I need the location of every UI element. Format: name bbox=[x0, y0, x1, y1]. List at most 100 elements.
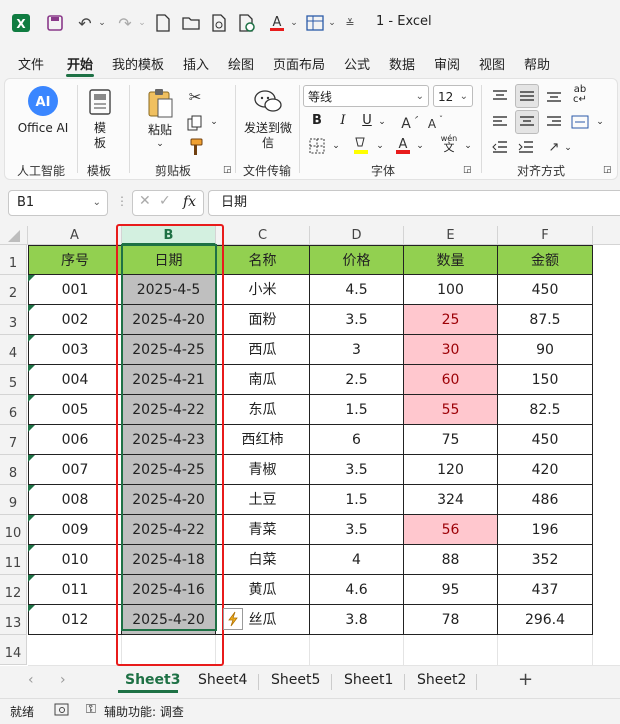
redo-icon[interactable]: ↷ bbox=[114, 12, 136, 34]
table-cell[interactable]: 196 bbox=[498, 515, 593, 545]
wrap-text-icon[interactable]: ab c↵ bbox=[569, 85, 591, 105]
underline-button[interactable]: U bbox=[359, 113, 375, 128]
table-cell[interactable]: 450 bbox=[498, 275, 593, 305]
sheet-tab-sheet2[interactable]: Sheet2 bbox=[417, 672, 466, 688]
open-folder-icon[interactable] bbox=[180, 12, 202, 34]
table-cell[interactable]: 3.5 bbox=[310, 515, 404, 545]
send-to-wechat-button[interactable]: 发送到微信 bbox=[243, 121, 293, 151]
row-header[interactable]: 2 bbox=[0, 275, 27, 305]
error-indicator-icon[interactable] bbox=[28, 425, 35, 432]
table-cell[interactable]: 437 bbox=[498, 575, 593, 605]
table-cell[interactable]: 011 bbox=[28, 575, 122, 605]
menu-view[interactable]: 视图 bbox=[479, 54, 505, 73]
table-cell[interactable]: 4.6 bbox=[310, 575, 404, 605]
menu-data[interactable]: 数据 bbox=[389, 54, 415, 73]
align-bottom-icon[interactable] bbox=[543, 85, 565, 107]
row-header[interactable]: 12 bbox=[0, 575, 27, 605]
table-cell[interactable]: 黄瓜 bbox=[216, 575, 310, 605]
menu-help[interactable]: 帮助 bbox=[524, 54, 550, 73]
table-cell[interactable]: 95 bbox=[404, 575, 498, 605]
column-header-b[interactable]: B bbox=[122, 226, 216, 245]
table-cell[interactable]: 2025-4-25 bbox=[122, 335, 216, 365]
error-indicator-icon[interactable] bbox=[28, 545, 35, 552]
align-left-icon[interactable] bbox=[489, 111, 511, 133]
undo-icon[interactable]: ↶ bbox=[74, 12, 96, 34]
decrease-indent-icon[interactable] bbox=[489, 137, 511, 157]
table-cell[interactable]: 120 bbox=[404, 455, 498, 485]
column-header-a[interactable]: A bbox=[28, 226, 122, 245]
row-header[interactable]: 9 bbox=[0, 485, 27, 515]
table-cell[interactable]: 2025-4-22 bbox=[122, 515, 216, 545]
paste-dropdown-icon[interactable]: ⌄ bbox=[155, 137, 165, 152]
print-preview-icon[interactable] bbox=[208, 12, 230, 34]
column-header-c[interactable]: C bbox=[216, 226, 310, 245]
paste-icon[interactable] bbox=[145, 87, 175, 119]
add-sheet-icon[interactable]: + bbox=[518, 669, 533, 690]
font-color-dropdown-icon[interactable]: ⌄ bbox=[415, 139, 425, 154]
table-cell[interactable]: 150 bbox=[498, 365, 593, 395]
row-header[interactable]: 4 bbox=[0, 335, 27, 365]
table-cell[interactable]: 青菜 bbox=[216, 515, 310, 545]
table-cell[interactable]: 420 bbox=[498, 455, 593, 485]
table-cell[interactable]: 1.5 bbox=[310, 395, 404, 425]
table-cell[interactable]: 2.5 bbox=[310, 365, 404, 395]
header-cell[interactable]: 名称 bbox=[216, 245, 310, 275]
insert-function-button[interactable]: fx bbox=[183, 194, 196, 210]
wechat-icon[interactable] bbox=[253, 87, 283, 117]
table-cell[interactable]: 30 bbox=[404, 335, 498, 365]
menu-my-templates[interactable]: 我的模板 bbox=[112, 54, 164, 73]
table-cell[interactable]: 007 bbox=[28, 455, 122, 485]
row-header[interactable]: 11 bbox=[0, 545, 27, 575]
table-cell[interactable]: 白菜 bbox=[216, 545, 310, 575]
error-indicator-icon[interactable] bbox=[28, 575, 35, 582]
undo-dropdown-icon[interactable]: ⌄ bbox=[96, 12, 108, 34]
table-cell[interactable]: 90 bbox=[498, 335, 593, 365]
table-cell[interactable]: 土豆 bbox=[216, 485, 310, 515]
format-painter-icon[interactable] bbox=[185, 137, 205, 157]
increase-font-icon[interactable]: A ^ bbox=[399, 113, 419, 131]
header-cell[interactable]: 金额 bbox=[498, 245, 593, 275]
accessibility-status[interactable]: 辅助功能: 调查 bbox=[104, 703, 184, 720]
error-indicator-icon[interactable] bbox=[28, 275, 35, 282]
table-cell[interactable]: 2025-4-23 bbox=[122, 425, 216, 455]
menu-file[interactable]: 文件 bbox=[18, 54, 44, 73]
table-cell[interactable]: 25 bbox=[404, 305, 498, 335]
font-size-select[interactable]: 12 ⌄ bbox=[433, 85, 473, 107]
table-cell[interactable]: 西红柿 bbox=[216, 425, 310, 455]
align-right-icon[interactable] bbox=[543, 111, 565, 133]
row-header[interactable]: 13 bbox=[0, 605, 27, 635]
table-icon[interactable] bbox=[304, 12, 326, 34]
align-center-icon[interactable] bbox=[515, 110, 539, 134]
customize-qat-icon[interactable]: ≚ bbox=[342, 12, 358, 34]
table-cell[interactable]: 2025-4-20 bbox=[122, 305, 216, 335]
orientation-dropdown-icon[interactable]: ⌄ bbox=[563, 141, 573, 156]
table-cell[interactable]: 012 bbox=[28, 605, 122, 635]
sheet-tab-sheet5[interactable]: Sheet5 bbox=[271, 672, 320, 688]
fill-color-dropdown-icon[interactable]: ⌄ bbox=[375, 139, 385, 154]
header-cell[interactable]: 日期 bbox=[122, 245, 216, 275]
table-cell[interactable]: 75 bbox=[404, 425, 498, 455]
row-header[interactable]: 10 bbox=[0, 515, 27, 545]
row-header[interactable]: 3 bbox=[0, 305, 27, 335]
error-indicator-icon[interactable] bbox=[28, 455, 35, 462]
template-button[interactable]: 模板 bbox=[90, 121, 110, 151]
borders-icon[interactable] bbox=[307, 137, 327, 155]
sheet-tab-sheet1[interactable]: Sheet1 bbox=[344, 672, 393, 688]
table-cell[interactable]: 56 bbox=[404, 515, 498, 545]
cancel-icon[interactable]: ✕ bbox=[139, 193, 151, 209]
table-cell[interactable]: 2025-4-22 bbox=[122, 395, 216, 425]
table-cell[interactable]: 60 bbox=[404, 365, 498, 395]
error-indicator-icon[interactable] bbox=[28, 605, 35, 612]
table-cell[interactable]: 352 bbox=[498, 545, 593, 575]
error-indicator-icon[interactable] bbox=[28, 305, 35, 312]
office-ai-button[interactable]: Office AI bbox=[13, 121, 73, 136]
table-cell[interactable]: 004 bbox=[28, 365, 122, 395]
italic-button[interactable]: I bbox=[335, 113, 351, 128]
table-cell[interactable]: 55 bbox=[404, 395, 498, 425]
scroll-left-icon[interactable]: ‹ bbox=[28, 672, 34, 688]
menu-formulas[interactable]: 公式 bbox=[344, 54, 370, 73]
row-header[interactable]: 8 bbox=[0, 455, 27, 485]
table-cell[interactable]: 296.4 bbox=[498, 605, 593, 635]
decrease-font-icon[interactable]: Aˇ bbox=[425, 113, 445, 131]
table-cell[interactable]: 2025-4-5 bbox=[122, 275, 216, 305]
